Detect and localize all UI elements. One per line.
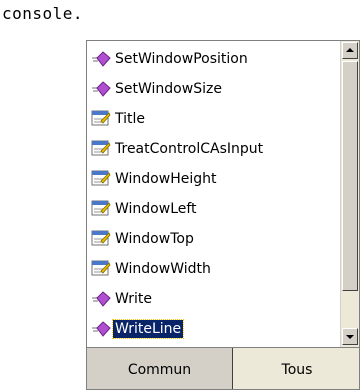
property-icon	[91, 230, 111, 246]
member-list: SetWindowPosition SetWindowSize Title Tr…	[87, 41, 341, 347]
tab-label: Tous	[281, 362, 313, 378]
list-item-windowheight[interactable]: WindowHeight	[91, 165, 337, 193]
scroll-up-button[interactable]	[342, 42, 358, 59]
list-item-setwindowposition[interactable]: SetWindowPosition	[91, 45, 337, 73]
item-label: WindowHeight	[115, 171, 217, 187]
item-label: SetWindowSize	[115, 81, 222, 97]
property-icon	[91, 260, 111, 276]
list-item-windowtop[interactable]: WindowTop	[91, 225, 337, 253]
property-icon	[91, 170, 111, 186]
item-label: WindowTop	[115, 231, 194, 247]
item-label: TreatControlCAsInput	[115, 141, 264, 157]
arrow-up-icon	[346, 48, 354, 52]
property-icon	[91, 140, 111, 156]
item-label: Write	[115, 291, 152, 307]
property-icon	[91, 110, 111, 126]
vertical-scrollbar[interactable]	[340, 41, 359, 347]
tab-label: Commun	[127, 362, 192, 378]
list-item-title[interactable]: Title	[91, 105, 337, 133]
item-label: SetWindowPosition	[115, 51, 248, 67]
item-label: WindowLeft	[115, 201, 197, 217]
method-icon	[92, 81, 111, 97]
tab-commun[interactable]: Commun	[87, 348, 233, 389]
list-item-setwindowsize[interactable]: SetWindowSize	[91, 75, 337, 103]
scroll-thumb[interactable]	[342, 61, 358, 291]
scroll-down-button[interactable]	[342, 328, 358, 345]
list-item-windowwidth[interactable]: WindowWidth	[91, 255, 337, 283]
arrow-down-icon	[346, 335, 354, 339]
item-label: Title	[115, 111, 146, 127]
item-label: WriteLine	[111, 319, 185, 339]
intellisense-popup: SetWindowPosition SetWindowSize Title Tr…	[86, 40, 360, 390]
list-item-treatcontrolcasinput[interactable]: TreatControlCAsInput	[91, 135, 337, 163]
tab-bar: Commun Tous	[87, 347, 359, 389]
method-icon	[92, 321, 111, 337]
method-icon	[92, 291, 111, 307]
list-item-windowleft[interactable]: WindowLeft	[91, 195, 337, 223]
list-item-writeline[interactable]: WriteLine	[91, 315, 337, 343]
code-line: console.	[2, 4, 84, 23]
tab-tous[interactable]: Tous	[233, 348, 359, 389]
method-icon	[92, 51, 111, 67]
list-item-write[interactable]: Write	[91, 285, 337, 313]
item-label: WindowWidth	[115, 261, 211, 277]
property-icon	[91, 200, 111, 216]
